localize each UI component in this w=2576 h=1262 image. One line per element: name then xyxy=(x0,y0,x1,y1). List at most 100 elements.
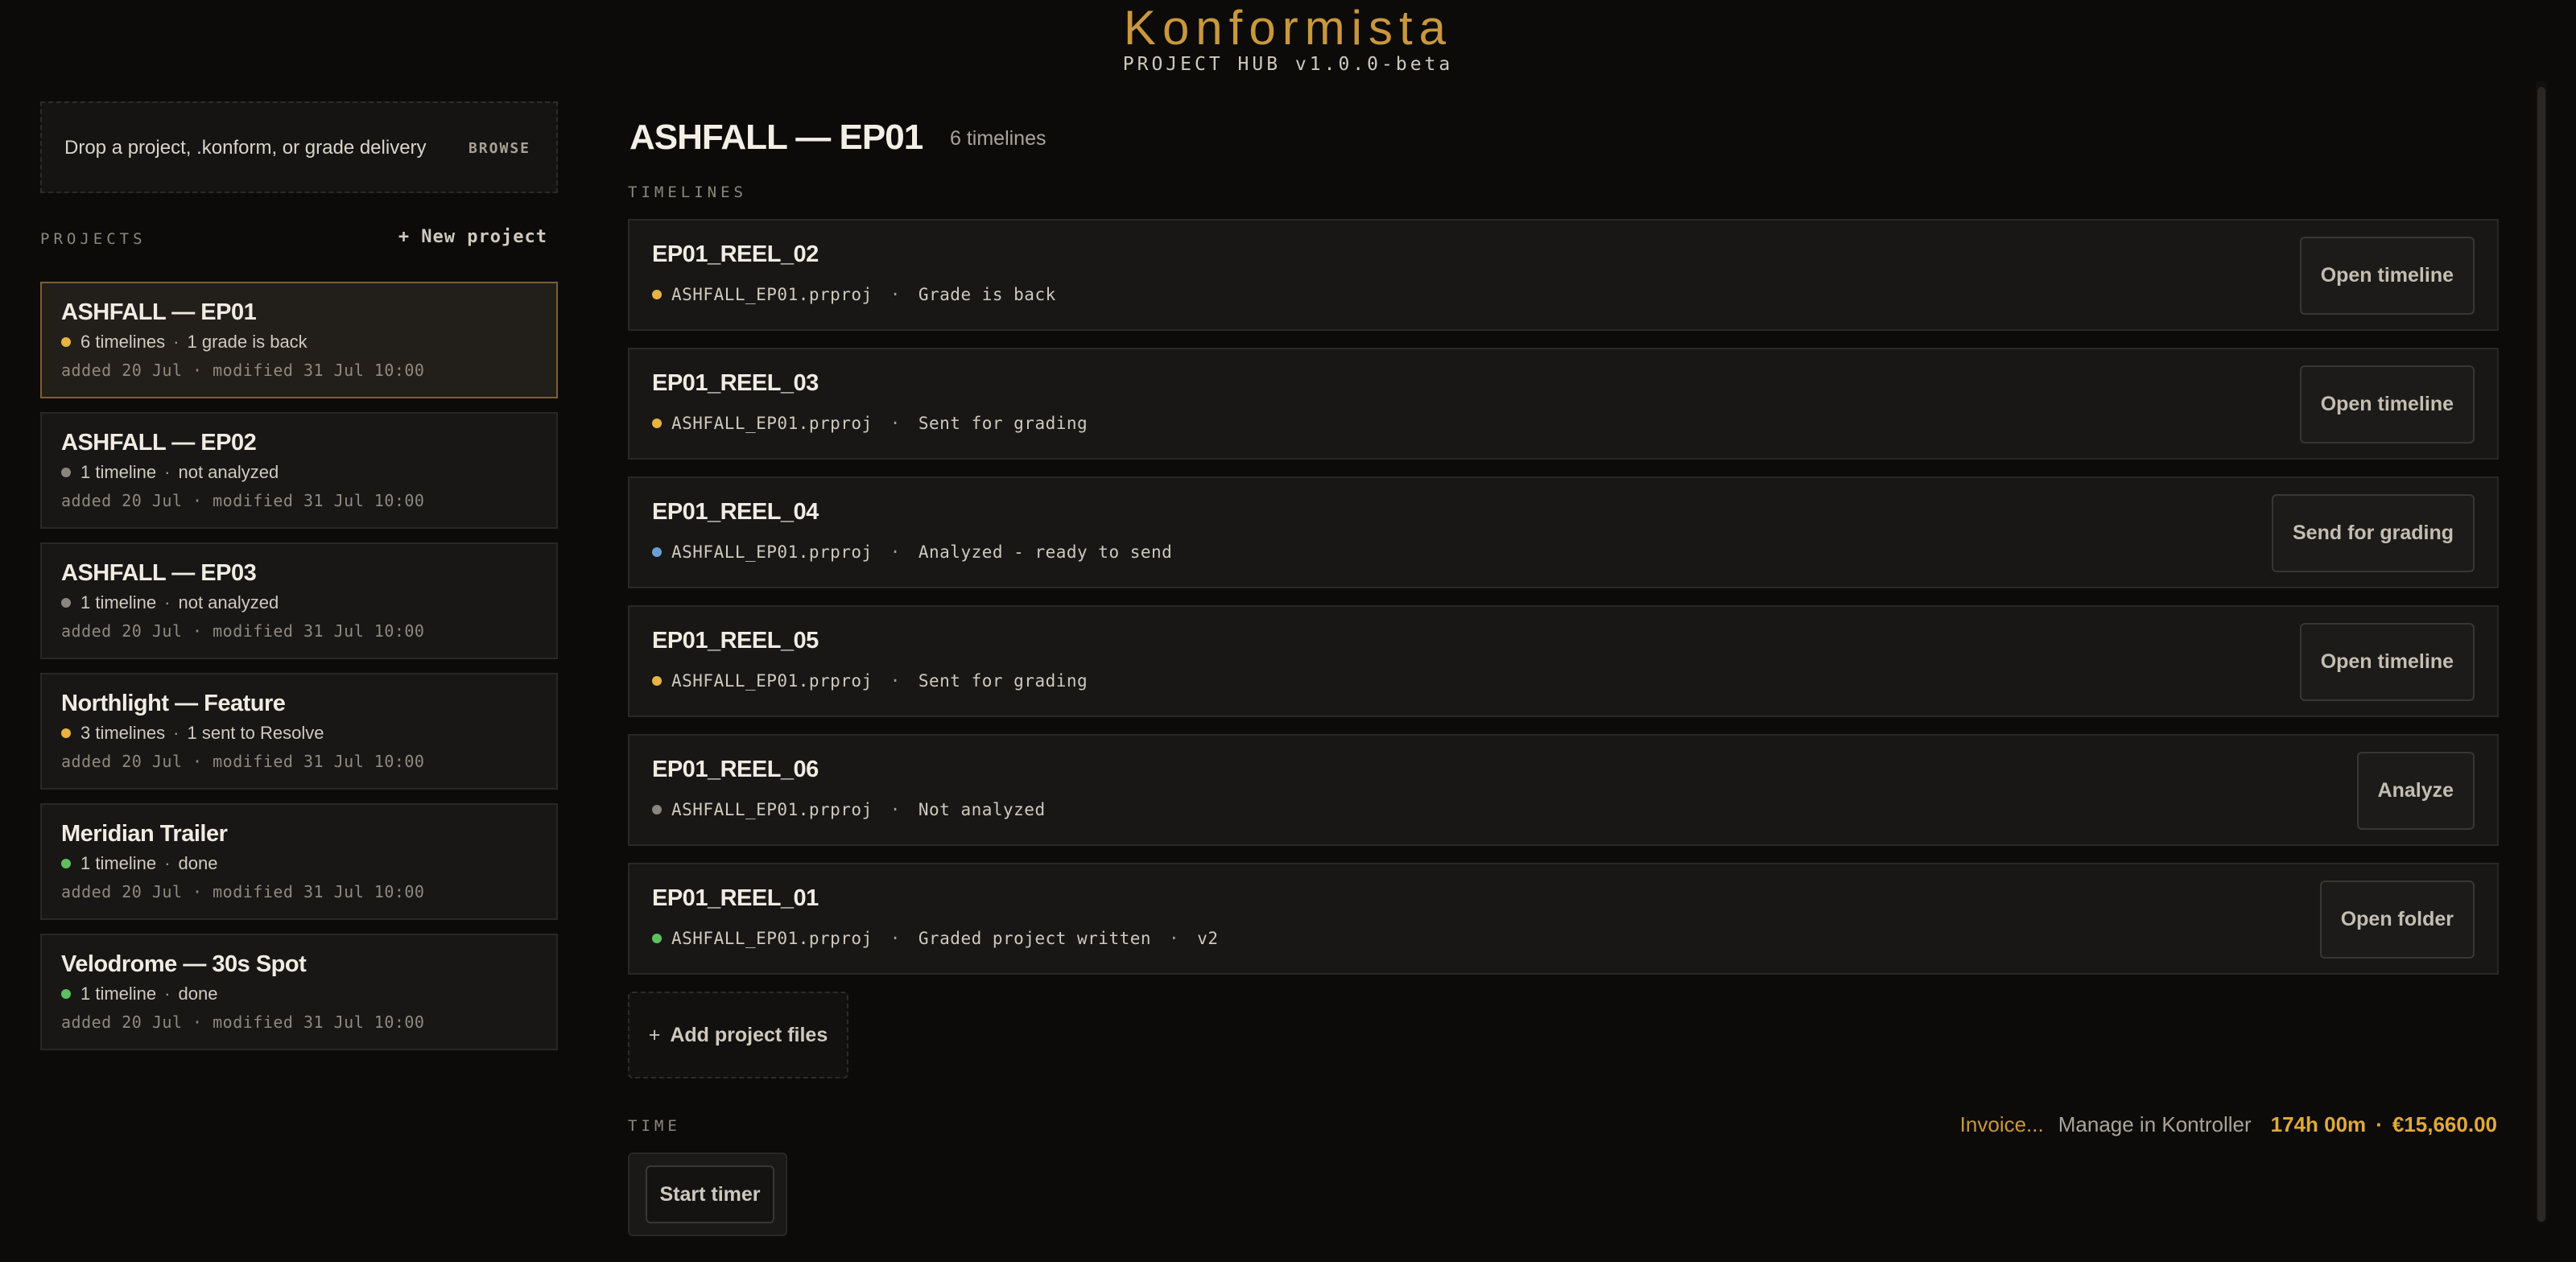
status-dot-icon xyxy=(652,290,662,299)
project-timeline-count: 1 timeline xyxy=(80,853,157,873)
manage-kontroller-link[interactable]: Manage in Kontroller xyxy=(2058,1112,2252,1137)
project-card[interactable]: ASHFALL — EP01 6 timelines · 1 grade is bac… xyxy=(40,282,558,398)
timeline-row: EP01_REEL_03 ASHFALL_EP01.prproj · Sent for… xyxy=(628,348,2499,460)
timer-panel: Start timer xyxy=(628,1153,787,1236)
timeline-meta: ASHFALL_EP01.prproj · Sent for grading xyxy=(652,671,1088,691)
app-header: Konformista PROJECT HUB v1.0.0-beta xyxy=(0,0,2576,80)
meta-separator: · xyxy=(890,285,901,304)
timeline-row: EP01_REEL_06 ASHFALL_EP01.prproj · Not anal… xyxy=(628,734,2499,846)
project-timeline-count: 1 timeline xyxy=(80,462,157,482)
status-dot-icon xyxy=(61,337,71,347)
timeline-file: ASHFALL_EP01.prproj xyxy=(671,800,873,819)
project-card[interactable]: ASHFALL — EP03 1 timeline · not analyzed add… xyxy=(40,542,558,659)
project-title: ASHFALL — EP03 xyxy=(61,560,257,586)
status-dot-icon xyxy=(652,934,662,943)
project-list: ASHFALL — EP01 6 timelines · 1 grade is bac… xyxy=(40,282,558,1064)
project-status: not analyzed xyxy=(178,592,279,612)
status-dot-icon xyxy=(61,989,71,999)
dropzone-text: Drop a project, .konform, or grade deliv… xyxy=(64,137,427,159)
status-dot-icon xyxy=(652,547,662,557)
project-dates: added 20 Jul · modified 31 Jul 10:00 xyxy=(61,621,425,641)
meta-separator: · xyxy=(890,414,901,433)
status-dot-icon xyxy=(61,598,71,608)
timeline-status: Graded project written xyxy=(918,929,1152,948)
project-status: not analyzed xyxy=(178,462,279,482)
projects-section-label: PROJECTS xyxy=(40,230,147,248)
add-files-label: Add project files xyxy=(670,1023,828,1046)
project-card[interactable]: ASHFALL — EP02 1 timeline · not analyzed add… xyxy=(40,412,558,529)
timeline-name: EP01_REEL_02 xyxy=(652,241,819,267)
scrollbar-thumb[interactable] xyxy=(2537,87,2545,1222)
status-dot-icon xyxy=(61,728,71,738)
timeline-meta: ASHFALL_EP01.prproj · Graded project writt… xyxy=(652,929,1218,948)
timeline-row: EP01_REEL_01 ASHFALL_EP01.prproj · Graded p… xyxy=(628,863,2499,975)
timeline-action-button[interactable]: Open timeline xyxy=(2299,237,2475,315)
timeline-file: ASHFALL_EP01.prproj xyxy=(671,929,873,948)
meta-separator: · xyxy=(890,929,901,948)
meta-separator: · xyxy=(164,462,171,482)
total-separator: · xyxy=(2376,1112,2383,1136)
status-dot-icon xyxy=(652,419,662,428)
project-status: 1 grade is back xyxy=(187,332,308,352)
timeline-action-button[interactable]: Analyze xyxy=(2356,752,2475,830)
page-title: ASHFALL — EP01 xyxy=(630,118,923,157)
timelines-section-label: TIMELINES xyxy=(628,184,747,201)
timeline-action-button[interactable]: Open folder xyxy=(2319,881,2475,959)
start-timer-button[interactable]: Start timer xyxy=(646,1165,774,1223)
project-card[interactable]: Velodrome — 30s Spot 1 timeline · done added… xyxy=(40,934,558,1050)
timeline-name: EP01_REEL_03 xyxy=(652,370,819,396)
timeline-meta: ASHFALL_EP01.prproj · Analyzed - ready to … xyxy=(652,542,1172,562)
timeline-meta: ASHFALL_EP01.prproj · Grade is back xyxy=(652,285,1056,304)
project-meta: 3 timelines · 1 sent to Resolve xyxy=(61,723,324,744)
timeline-action-button[interactable]: Send for grading xyxy=(2272,494,2475,572)
meta-separator: · xyxy=(1169,929,1180,948)
project-dates: added 20 Jul · modified 31 Jul 10:00 xyxy=(61,491,425,510)
timeline-file: ASHFALL_EP01.prproj xyxy=(671,671,873,691)
timeline-meta: ASHFALL_EP01.prproj · Sent for grading xyxy=(652,414,1088,433)
status-dot-icon xyxy=(652,805,662,815)
project-timeline-count: 6 timelines xyxy=(80,332,166,352)
project-title: ASHFALL — EP02 xyxy=(61,430,257,456)
project-card[interactable]: Northlight — Feature 3 timelines · 1 sent t… xyxy=(40,673,558,790)
time-summary: Invoice... Manage in Kontroller 174h 00m… xyxy=(1960,1112,2497,1137)
timeline-version: v2 xyxy=(1197,929,1219,948)
timeline-row: EP01_REEL_05 ASHFALL_EP01.prproj · Sent for… xyxy=(628,605,2499,717)
timeline-status: Analyzed - ready to send xyxy=(918,542,1173,562)
timeline-name: EP01_REEL_04 xyxy=(652,499,819,525)
project-dates: added 20 Jul · modified 31 Jul 10:00 xyxy=(61,752,425,771)
project-dropzone[interactable]: Drop a project, .konform, or grade deliv… xyxy=(40,101,558,193)
project-status: done xyxy=(178,984,218,1004)
add-project-files-button[interactable]: + Add project files xyxy=(628,992,848,1078)
timeline-action-button[interactable]: Open timeline xyxy=(2299,623,2475,701)
meta-separator: · xyxy=(173,723,180,743)
timeline-status: Not analyzed xyxy=(918,800,1046,819)
project-timeline-count: 1 timeline xyxy=(80,592,157,612)
meta-separator: · xyxy=(890,800,901,819)
meta-separator: · xyxy=(890,542,901,562)
timeline-file: ASHFALL_EP01.prproj xyxy=(671,414,873,433)
project-dates: added 20 Jul · modified 31 Jul 10:00 xyxy=(61,882,425,901)
brand-subtitle: PROJECT HUB v1.0.0-beta xyxy=(1122,54,1454,75)
timeline-row: EP01_REEL_02 ASHFALL_EP01.prproj · Grade is… xyxy=(628,219,2499,331)
plus-icon: + xyxy=(648,1023,661,1046)
project-title: Northlight — Feature xyxy=(61,691,286,716)
brand-title: Konformista xyxy=(1123,1,1453,55)
time-section-label: TIME xyxy=(628,1117,681,1135)
new-project-button[interactable]: + New project xyxy=(394,227,547,247)
invoice-link[interactable]: Invoice... xyxy=(1960,1112,2044,1137)
project-timeline-count: 1 timeline xyxy=(80,984,157,1004)
project-card[interactable]: Meridian Trailer 1 timeline · done added 20 … xyxy=(40,803,558,920)
project-timeline-count: 3 timelines xyxy=(80,723,166,743)
timeline-name: EP01_REEL_01 xyxy=(652,885,819,911)
project-title: Velodrome — 30s Spot xyxy=(61,951,307,977)
timeline-status: Sent for grading xyxy=(918,414,1088,433)
project-title: ASHFALL — EP01 xyxy=(61,299,257,325)
meta-separator: · xyxy=(164,984,171,1004)
project-meta: 1 timeline · done xyxy=(61,853,217,874)
project-status: done xyxy=(178,853,218,873)
meta-separator: · xyxy=(164,592,171,612)
browse-button[interactable]: BROWSE xyxy=(469,140,530,157)
project-meta: 6 timelines · 1 grade is back xyxy=(61,332,308,353)
timeline-count: 6 timelines xyxy=(950,127,1046,150)
timeline-action-button[interactable]: Open timeline xyxy=(2299,365,2475,443)
